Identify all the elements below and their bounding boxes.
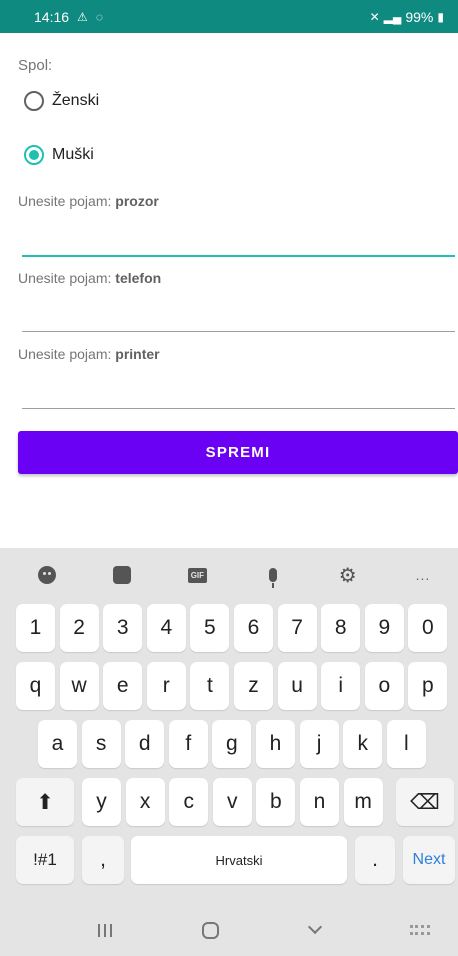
battery-icon: ▮ <box>437 9 444 24</box>
key-g[interactable]: g <box>212 720 252 768</box>
answer-field-3[interactable] <box>22 381 455 409</box>
key-l[interactable]: l <box>386 720 426 768</box>
hide-keyboard-icon[interactable] <box>307 919 322 935</box>
prompt-2: Unesite pojam: telefon <box>18 270 161 286</box>
backspace-key[interactable]: ⌫ <box>396 778 454 826</box>
mute-icon: ✕ <box>369 9 380 24</box>
sync-icon: ◌ <box>95 9 103 24</box>
key-n[interactable]: n <box>300 778 339 826</box>
emoji-icon[interactable] <box>36 564 58 586</box>
key-6[interactable]: 6 <box>234 604 273 652</box>
key-b[interactable]: b <box>256 778 296 826</box>
navigation-bar <box>0 904 458 956</box>
prompt-word: printer <box>115 346 160 362</box>
comma-key[interactable]: , <box>82 836 124 884</box>
key-z[interactable]: z <box>234 662 273 710</box>
radio-label-female: Ženski <box>52 92 100 109</box>
keyboard-toolbar: GIF ⚙ ... <box>0 548 458 602</box>
battery-percent: 99% <box>405 8 434 25</box>
symbols-key[interactable]: !#1 <box>16 836 74 884</box>
home-icon[interactable] <box>202 921 220 939</box>
status-right: ✕ ▂▄ 99% ▮ <box>370 9 444 25</box>
signal-icon: ▂▄ <box>383 9 402 24</box>
space-key[interactable]: Hrvatski <box>131 836 347 884</box>
key-3[interactable]: 3 <box>103 604 143 652</box>
status-bar: 14:16 ⚠ ◌ ✕ ▂▄ 99% ▮ <box>0 0 458 33</box>
radio-button-male[interactable] <box>24 145 44 165</box>
prompt-prefix: Unesite pojam: <box>18 270 112 286</box>
key-y[interactable]: y <box>82 778 121 826</box>
prompt-prefix: Unesite pojam: <box>18 193 112 209</box>
key-t[interactable]: t <box>190 662 230 710</box>
prompt-1: Unesite pojam: prozor <box>18 193 159 209</box>
more-icon[interactable]: ... <box>412 564 434 586</box>
answer-field-2[interactable] <box>22 304 455 332</box>
radio-button-female[interactable] <box>24 91 44 111</box>
prompt-3: Unesite pojam: printer <box>18 346 160 362</box>
key-u[interactable]: u <box>277 662 317 710</box>
key-m[interactable]: m <box>343 778 383 826</box>
keyboard-switch-icon[interactable] <box>409 925 430 935</box>
key-o[interactable]: o <box>364 662 404 710</box>
status-time: 14:16 <box>34 8 70 25</box>
key-i[interactable]: i <box>321 662 361 710</box>
gender-label: Spol: <box>18 57 53 74</box>
keyboard: GIF ⚙ ... 1 2 3 4 5 6 7 8 9 0 q w e r t z u i o p a s d f g h j k l ⬆… <box>0 548 458 956</box>
key-h[interactable]: h <box>256 720 295 768</box>
key-1[interactable]: 1 <box>16 604 55 652</box>
key-7[interactable]: 7 <box>277 604 317 652</box>
mic-icon[interactable] <box>262 564 284 588</box>
save-button[interactable]: SPREMI <box>18 431 458 474</box>
key-a[interactable]: a <box>38 720 77 768</box>
radio-label-male: Muški <box>52 146 94 163</box>
key-j[interactable]: j <box>299 720 339 768</box>
next-key[interactable]: Next <box>403 836 455 884</box>
key-5[interactable]: 5 <box>190 604 230 652</box>
key-f[interactable]: f <box>168 720 208 768</box>
sticker-icon[interactable] <box>111 564 133 586</box>
key-2[interactable]: 2 <box>59 604 99 652</box>
key-8[interactable]: 8 <box>321 604 361 652</box>
key-4[interactable]: 4 <box>146 604 186 652</box>
key-p[interactable]: p <box>408 662 448 710</box>
settings-icon[interactable]: ⚙ <box>337 564 359 587</box>
key-q[interactable]: q <box>16 662 55 710</box>
prompt-word: telefon <box>115 270 162 286</box>
answer-field-1[interactable] <box>22 229 455 257</box>
key-r[interactable]: r <box>146 662 186 710</box>
key-k[interactable]: k <box>343 720 383 768</box>
key-v[interactable]: v <box>212 778 252 826</box>
key-x[interactable]: x <box>125 778 165 826</box>
key-0[interactable]: 0 <box>408 604 448 652</box>
status-left: 14:16 ⚠ ◌ <box>34 9 103 25</box>
prompt-prefix: Unesite pojam: <box>18 346 112 362</box>
period-key[interactable]: . <box>355 836 395 884</box>
prompt-word: prozor <box>115 193 159 209</box>
notification-icon: ⚠ <box>77 9 88 24</box>
radio-option-female[interactable]: Ženski <box>24 91 99 111</box>
key-c[interactable]: c <box>169 778 209 826</box>
gif-icon[interactable]: GIF <box>186 564 208 586</box>
key-w[interactable]: w <box>59 662 99 710</box>
key-9[interactable]: 9 <box>364 604 404 652</box>
radio-option-male[interactable]: Muški <box>24 145 94 165</box>
recent-apps-icon[interactable] <box>98 923 112 937</box>
key-s[interactable]: s <box>81 720 121 768</box>
key-d[interactable]: d <box>125 720 165 768</box>
shift-key[interactable]: ⬆ <box>16 778 74 826</box>
key-e[interactable]: e <box>103 662 143 710</box>
